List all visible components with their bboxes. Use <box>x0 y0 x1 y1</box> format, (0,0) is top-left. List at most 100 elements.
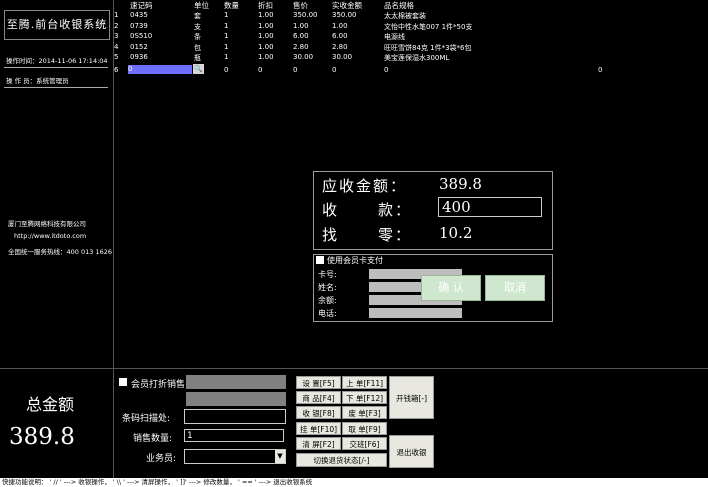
due-value: 389.8 <box>439 175 482 193</box>
received-label-2: 款： <box>378 201 413 219</box>
grid-cell-name[interactable]: 文怡中性水笔007 1件*50支 <box>384 22 472 32</box>
grid-cell-disc[interactable]: 1.00 <box>258 43 274 51</box>
grid-cell-code[interactable]: 0152 <box>130 43 148 51</box>
grid-cell-code[interactable]: 0936 <box>130 53 148 61</box>
change-label-2: 零： <box>378 226 413 244</box>
operator-label: 操 作 员： <box>6 77 37 85</box>
shift-change-button[interactable]: 交班[F6] <box>342 437 387 450</box>
grid-cell-qty[interactable]: 1 <box>224 53 228 61</box>
name-label: 姓名: <box>318 283 337 292</box>
grid-cell-amount[interactable]: 350.00 <box>332 11 357 19</box>
grid-cell-code[interactable]: 0435 <box>130 11 148 19</box>
prev-order-button[interactable]: 上 单[F11] <box>342 376 387 389</box>
grid-cell-unit[interactable]: 瓶 <box>194 53 201 63</box>
edit-discount: 0 <box>258 66 263 74</box>
grid-cell-disc[interactable]: 1.00 <box>258 32 274 40</box>
clerk-select[interactable]: ▼ <box>184 449 286 464</box>
phone-field[interactable] <box>369 308 462 318</box>
sales-form: 会员打折销售 条码扫描处: 销售数量: 1 业务员: ▼ <box>114 368 292 479</box>
op-time-value: 2014-11-06 17:14:04 <box>38 57 108 65</box>
next-order-button[interactable]: 下 单[F12] <box>342 391 387 404</box>
grid-cell-price[interactable]: 30.00 <box>293 53 313 61</box>
grid-cell-price[interactable]: 6.00 <box>293 32 309 40</box>
grid-cell-code[interactable]: 0S510 <box>130 32 152 40</box>
grid-cell-idx[interactable]: 4 <box>114 43 118 51</box>
payment-panel: 应收金额： 389.8 收 款： 400 找 零： 10.2 <box>313 171 553 250</box>
edit-price: 0 <box>293 66 298 74</box>
member-card-field[interactable] <box>186 375 286 389</box>
void-order-button[interactable]: 废 单[F3] <box>342 406 387 419</box>
grid-cell-qty[interactable]: 1 <box>224 11 228 19</box>
received-input[interactable]: 400 <box>438 197 542 217</box>
grid-cell-qty[interactable]: 1 <box>224 32 228 40</box>
grid-cell-price[interactable]: 2.80 <box>293 43 309 51</box>
grid-cell-name[interactable]: 旺旺雪饼84克 1件*3袋*6包 <box>384 43 472 53</box>
grid-cell-unit[interactable]: 包 <box>194 43 201 53</box>
grid-cell-disc[interactable]: 1.00 <box>258 53 274 61</box>
barcode-input[interactable] <box>184 409 286 424</box>
member-discount-label: 会员打折销售 <box>131 380 186 390</box>
member-pay-checkbox[interactable] <box>316 256 324 264</box>
grid-cell-name[interactable]: 电源线 <box>384 32 405 42</box>
function-buttons: 设 置[F5] 上 单[F11] 开钱箱[-] 商 品[F4] 下 单[F12]… <box>292 368 708 479</box>
qty-label: 销售数量: <box>133 434 173 444</box>
operator-value: 系统管理员 <box>36 77 69 85</box>
col-header-discount: 折扣 <box>258 1 273 10</box>
change-label-1: 找 <box>322 226 340 244</box>
sales-grid[interactable]: 速记码 单位 数量 折扣 售价 实收金额 品名规格 1 0435 套 1 1.00 350… <box>114 0 708 80</box>
grid-cell-unit[interactable]: 支 <box>194 22 201 32</box>
phone-label: 电话: <box>318 309 337 318</box>
grid-cell-qty[interactable]: 1 <box>224 22 228 30</box>
chevron-down-icon[interactable]: ▼ <box>275 450 285 463</box>
grid-cell-unit[interactable]: 套 <box>194 11 201 21</box>
card-label: 卡号: <box>318 270 337 279</box>
member-discount-checkbox[interactable] <box>119 378 127 386</box>
take-order-button[interactable]: 取 单[F9] <box>342 422 387 435</box>
edit-amount: 0 <box>332 66 337 74</box>
grid-cell-unit[interactable]: 条 <box>194 32 201 42</box>
grid-cell-amount[interactable]: 6.00 <box>332 32 348 40</box>
code-edit-input[interactable]: 0 <box>128 65 192 74</box>
edit-qty: 0 <box>224 66 229 74</box>
grid-cell-idx[interactable]: 1 <box>114 11 118 19</box>
settings-button[interactable]: 设 置[F5] <box>296 376 341 389</box>
grid-cell-code[interactable]: 0739 <box>130 22 148 30</box>
hotline: 全国统一服务热线：400 013 1626 <box>8 248 112 256</box>
qty-input[interactable]: 1 <box>184 429 284 442</box>
grid-cell-disc[interactable]: 1.00 <box>258 22 274 30</box>
grid-cell-disc[interactable]: 1.00 <box>258 11 274 19</box>
grid-cell-price[interactable]: 1.00 <box>293 22 309 30</box>
grid-cell-amount[interactable]: 2.80 <box>332 43 348 51</box>
total-label: 总金额 <box>26 395 75 414</box>
toggle-return-button[interactable]: 切换退货状态[/-] <box>296 453 387 467</box>
open-cash-box-button[interactable]: 开钱箱[-] <box>389 376 434 419</box>
grid-cell-idx[interactable]: 2 <box>114 22 118 30</box>
exit-checkout-button[interactable]: 退出收银 <box>389 435 434 468</box>
cancel-button[interactable]: 取消 <box>485 275 545 301</box>
col-header-qty: 数量 <box>224 1 239 10</box>
checkout-button[interactable]: 收 银[F8] <box>296 406 341 419</box>
col-header-name: 品名规格 <box>384 1 414 10</box>
divider <box>4 87 108 88</box>
grid-cell-amount[interactable]: 30.00 <box>332 53 352 61</box>
grid-cell-amount[interactable]: 1.00 <box>332 22 348 30</box>
op-time-label: 操作时间： <box>6 57 39 65</box>
row-index: 6 <box>114 66 119 74</box>
search-icon[interactable]: 🔍 <box>193 64 204 74</box>
clear-screen-button[interactable]: 清 屏[F2] <box>296 437 341 450</box>
col-header-amount: 实收金额 <box>332 1 362 10</box>
hang-order-button[interactable]: 挂 单[F10] <box>296 422 341 435</box>
grid-cell-idx[interactable]: 3 <box>114 32 118 40</box>
grid-cell-price[interactable]: 350.00 <box>293 11 318 19</box>
grid-cell-name[interactable]: 太太棉被套装 <box>384 11 426 21</box>
grid-cell-idx[interactable]: 5 <box>114 53 118 61</box>
received-label-1: 收 <box>322 201 340 219</box>
grid-cell-qty[interactable]: 1 <box>224 43 228 51</box>
barcode-label: 条码扫描处: <box>122 414 171 424</box>
member-pay-panel: 使用会员卡支付 卡号: 姓名: 余额: 电话: 确 认 取消 <box>313 254 553 322</box>
grid-cell-name[interactable]: 美宝莲保湿水300ML <box>384 53 449 63</box>
confirm-button[interactable]: 确 认 <box>421 275 481 301</box>
member-info-field[interactable] <box>186 392 286 406</box>
goods-button[interactable]: 商 品[F4] <box>296 391 341 404</box>
company-website: http://www.itdoto.com <box>14 232 87 240</box>
